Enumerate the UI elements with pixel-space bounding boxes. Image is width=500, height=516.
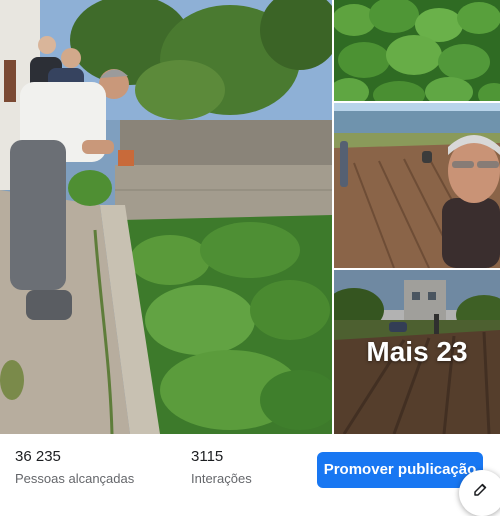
reach-stat: 36 235 Pessoas alcançadas — [15, 448, 134, 488]
more-photos-label: Mais 23 — [366, 336, 468, 367]
more-photos-overlay: Mais 23 — [334, 270, 500, 434]
selfie-photo-image — [334, 103, 500, 268]
reach-label: Pessoas alcançadas — [15, 471, 135, 486]
greens-photo[interactable] — [334, 0, 500, 101]
promote-post-button[interactable]: Promover publicação — [317, 452, 483, 488]
reach-value: 36 235 — [15, 448, 61, 465]
more-photos-tile[interactable]: Mais 23 — [334, 270, 500, 434]
photo-grid: Mais 23 — [0, 0, 500, 434]
interactions-value: 3115 — [191, 448, 224, 465]
selfie-photo[interactable] — [334, 103, 500, 268]
interactions-stat: 3115 Interações — [191, 448, 252, 488]
interactions-label: Interações — [191, 471, 252, 486]
greens-photo-image — [334, 0, 500, 101]
edit-icon — [474, 483, 487, 496]
main-photo[interactable] — [0, 0, 332, 434]
edit-post-button[interactable] — [459, 470, 500, 516]
main-photo-image — [0, 0, 332, 434]
